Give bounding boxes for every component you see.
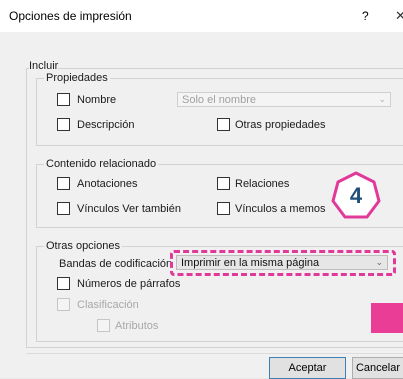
vinculos-memos-label: Vínculos a memos [235,203,326,215]
propiedades-group [36,78,403,146]
descripcion-label: Descripción [77,119,135,131]
atributos-checkbox[interactable] [97,319,110,332]
vinculos-ver-tambien-checkbox[interactable] [57,202,70,215]
vinculos-ver-tambien-label: Vínculos Ver también [77,203,181,215]
accept-button[interactable]: Aceptar [269,357,346,379]
nombre-label: Nombre [77,94,117,106]
chevron-down-icon: ⌄ [378,94,386,104]
nombre-select[interactable]: Solo el nombre ⌄ [177,92,391,107]
cancel-button[interactable]: Cancelar [352,357,403,379]
nombre-select-value: Solo el nombre [182,94,256,106]
descripcion-checkbox[interactable] [57,118,70,131]
step-number-badge: 4 [331,171,381,221]
help-icon[interactable]: ? [362,9,369,23]
print-options-dialog: Opciones de impresión ? ✕ Incluir Propie… [0,0,403,379]
numeros-parrafos-checkbox[interactable] [57,277,70,290]
numeros-parrafos-label: Números de párrafos [77,278,181,290]
dialog-title: Opciones de impresión [9,9,132,23]
close-icon[interactable]: ✕ [395,8,403,24]
vinculos-memos-checkbox[interactable] [217,202,230,215]
highlight-marker [371,303,403,333]
otras-propiedades-checkbox[interactable] [217,118,230,131]
otras-propiedades-label: Otras propiedades [235,119,326,131]
contenido-relacionado-label: Contenido relacionado [44,158,159,170]
propiedades-group-label: Propiedades [44,72,110,84]
title-bar: Opciones de impresión ? ✕ [0,0,403,32]
bandas-codificacion-label: Bandas de codificación [59,258,173,270]
incluir-group-label: Incluir [29,60,59,72]
bandas-highlight-frame [170,250,396,276]
step-number: 4 [349,183,363,208]
atributos-label: Atributos [115,320,159,332]
otras-opciones-label: Otras opciones [44,240,122,252]
clasificacion-label: Clasificación [77,299,139,311]
relaciones-checkbox[interactable] [217,177,230,190]
footer-separator [26,353,403,354]
anotaciones-checkbox[interactable] [57,177,70,190]
relaciones-label: Relaciones [235,178,290,190]
nombre-checkbox[interactable] [57,93,70,106]
clasificacion-checkbox[interactable] [57,298,70,311]
anotaciones-label: Anotaciones [77,178,138,190]
